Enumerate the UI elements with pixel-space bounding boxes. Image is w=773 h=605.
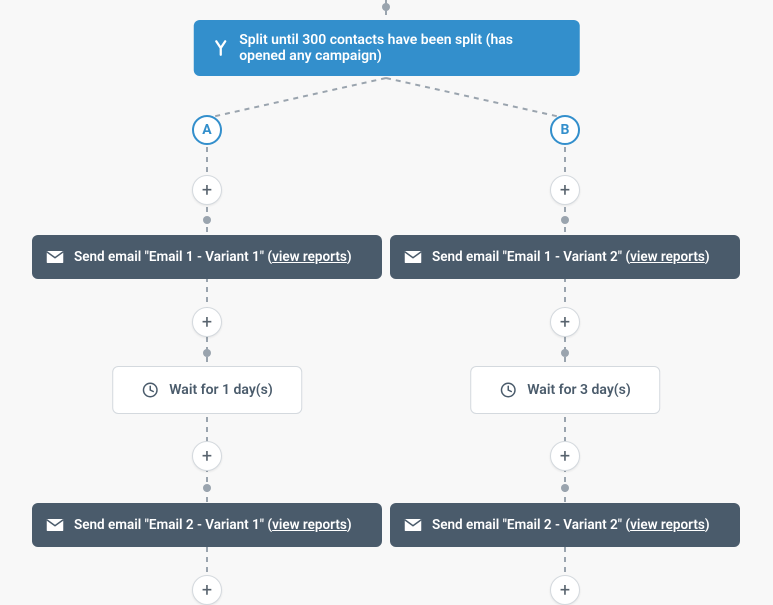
view-reports-link[interactable]: view reports [272, 249, 347, 265]
branch-badge-a: A [192, 115, 222, 145]
clock-icon [141, 381, 159, 399]
add-step-button[interactable]: + [550, 175, 580, 205]
view-reports-link[interactable]: view reports [272, 517, 347, 533]
split-node[interactable]: Split until 300 contacts have been split… [193, 20, 580, 76]
view-reports-link[interactable]: view reports [630, 249, 705, 265]
add-step-button[interactable]: + [550, 441, 580, 471]
wait-node[interactable]: Wait for 3 day(s) [470, 366, 660, 414]
add-step-button[interactable]: + [192, 441, 222, 471]
view-reports-link[interactable]: view reports [630, 517, 705, 533]
send-email-label: Send email "Email 1 - Variant 2" (view r… [432, 249, 710, 265]
add-step-button[interactable]: + [550, 307, 580, 337]
send-email-node[interactable]: Send email "Email 2 - Variant 2" (view r… [390, 503, 740, 547]
send-email-node[interactable]: Send email "Email 1 - Variant 2" (view r… [390, 235, 740, 279]
wait-node-label: Wait for 1 day(s) [169, 382, 273, 398]
add-step-button[interactable]: + [192, 307, 222, 337]
send-email-label: Send email "Email 1 - Variant 1" (view r… [74, 249, 352, 265]
email-icon [46, 250, 64, 264]
email-icon [404, 250, 422, 264]
split-icon [211, 39, 229, 57]
split-node-label: Split until 300 contacts have been split… [239, 32, 562, 64]
wait-node-label: Wait for 3 day(s) [527, 382, 631, 398]
send-email-label: Send email "Email 2 - Variant 2" (view r… [432, 517, 710, 533]
add-step-button[interactable]: + [192, 175, 222, 205]
wait-node[interactable]: Wait for 1 day(s) [112, 366, 302, 414]
send-email-node[interactable]: Send email "Email 2 - Variant 1" (view r… [32, 503, 382, 547]
send-email-node[interactable]: Send email "Email 1 - Variant 1" (view r… [32, 235, 382, 279]
email-icon [404, 518, 422, 532]
clock-icon [499, 381, 517, 399]
branch-badge-b: B [550, 115, 580, 145]
email-icon [46, 518, 64, 532]
send-email-label: Send email "Email 2 - Variant 1" (view r… [74, 517, 352, 533]
